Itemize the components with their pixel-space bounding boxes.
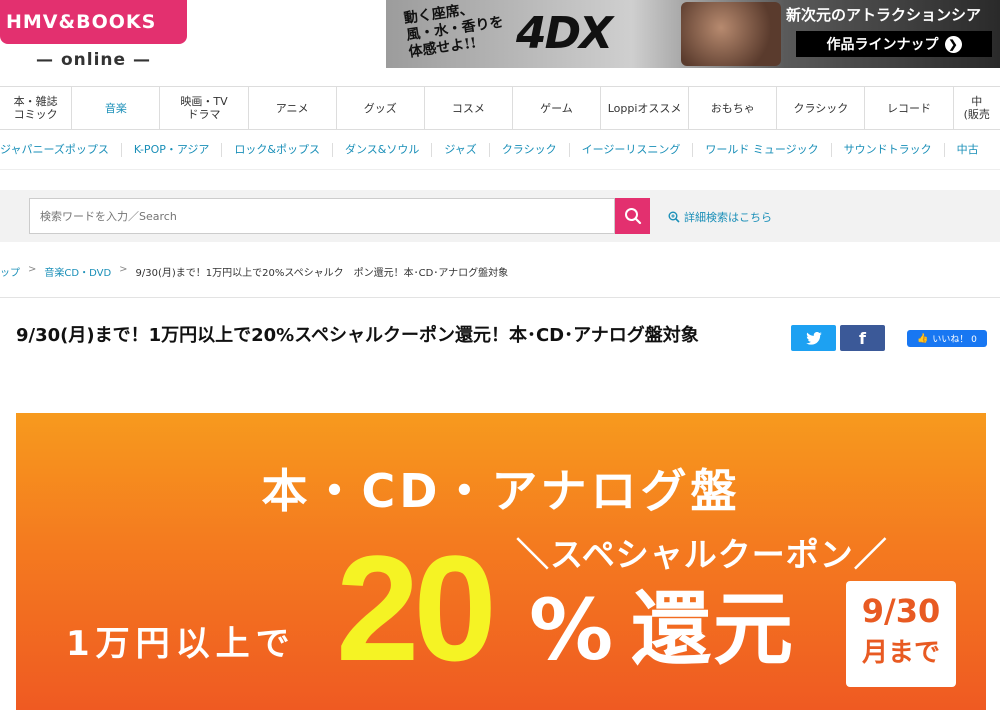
breadcrumb: ップ > 音楽CD・DVD > 9/30(月)まで！1万円以上で20%スペシャル… [0,264,508,279]
nav-item-used[interactable]: 中 (販売 [954,87,1000,129]
campaign-banner[interactable]: 本・CD・アナログ盤 ＼スペシャルクーポン／ 1万円以上で 20 % 還元 9/… [16,413,986,710]
subnav-item-world[interactable]: ワールド ミュージック [693,142,832,157]
like-count: いいね！ 0 [932,335,977,345]
nav-item-movie-tv[interactable]: 映画・TV ドラマ [160,87,249,129]
main-category-nav: 本・雑誌 コミック 音楽 映画・TV ドラマ アニメ グッズ コスメ ゲーム L… [0,86,1000,130]
search-input[interactable] [29,198,615,234]
promo-deadline-date: 9/30 [861,592,941,630]
nav-item-books[interactable]: 本・雑誌 コミック [0,87,73,129]
twitter-share-button[interactable] [791,325,836,351]
subnav-item-soundtrack[interactable]: サウンドトラック [832,142,945,157]
logo-subtitle: — online — [36,50,151,70]
twitter-icon [805,331,822,345]
page-title: 9/30(月)まで！1万円以上で20%スペシャルクーポン還元！本･CD･アナログ… [16,325,699,346]
nav-item-loppi[interactable]: Loppiオススメ [601,87,690,129]
nav-item-anime[interactable]: アニメ [249,87,337,129]
nav-item-goods[interactable]: グッズ [337,87,425,129]
nav-item-game[interactable]: ゲーム [513,87,602,129]
ad-lineup-button[interactable]: 作品ラインナップ ❯ [796,31,992,57]
subnav-item-easy-listening[interactable]: イージーリスニング [570,142,694,157]
promo-discount-number: 20 [336,524,497,692]
breadcrumb-music-cd-dvd[interactable]: 音楽CD・DVD [44,264,111,279]
ad-photo [681,2,781,66]
ad-lineup-label: 作品ラインナップ [826,37,939,53]
subnav-item-classic[interactable]: クラシック [490,142,570,157]
subnav-item-jazz[interactable]: ジャズ [432,142,490,157]
subnav-item-kpop[interactable]: K-POP・アジア [122,142,223,157]
facebook-icon: f [859,328,866,348]
nav-item-toys[interactable]: おもちゃ [689,87,778,129]
hmv-books-logo[interactable]: HMV&BOOKS — online — [0,0,187,72]
promo-deadline-badge: 9/30 月まで [846,581,956,687]
ad-catchcopy: 動く座席、 風・水・香りを 体感せよ!! [402,1,505,61]
ad-logo: 4DX [516,8,613,59]
nav-item-music[interactable]: 音楽 [72,87,161,129]
breadcrumb-top[interactable]: ップ [0,264,20,279]
promo-deadline-suffix: 月まで [861,638,940,668]
nav-item-cosme[interactable]: コスメ [425,87,513,129]
promo-percent-sign: % [529,581,614,679]
search-icon [624,208,641,225]
promo-target-items: 本・CD・アナログ盤 [261,464,741,518]
search-button[interactable] [615,198,650,234]
page: HMV&BOOKS — online — 動く座席、 風・水・香りを 体感せよ!… [0,0,1000,710]
subnav-item-dance-soul[interactable]: ダンス&ソウル [333,142,433,157]
promo-special-coupon: ＼スペシャルクーポン／ [516,535,888,574]
advanced-search-link[interactable]: 詳細検索はこちら [668,209,772,225]
ad-banner-4dx[interactable]: 動く座席、 風・水・香りを 体感せよ!! 4DX 新次元のアトラクションシア 作… [386,0,1000,68]
promo-return-text: 還元 [631,583,795,676]
logo-wordmark: HMV&BOOKS [0,0,187,44]
music-subcategory-nav: ジャパニーズポップス K-POP・アジア ロック&ポップス ダンス&ソウル ジャ… [0,130,1000,170]
subnav-item-jpop[interactable]: ジャパニーズポップス [0,142,122,157]
thumbs-up-icon: 👍 [917,333,929,344]
subnav-item-rock-pops[interactable]: ロック&ポップス [222,142,333,157]
ad-headline: 新次元のアトラクションシア [786,6,982,24]
breadcrumb-separator: > [119,264,128,275]
promo-condition: 1万円以上で [66,624,296,664]
advanced-search-label: 詳細検索はこちら [684,211,772,224]
divider [0,297,1000,298]
breadcrumb-separator: > [28,264,37,275]
chevron-right-icon: ❯ [944,35,962,53]
nav-item-classic[interactable]: クラシック [777,87,866,129]
subnav-item-used[interactable]: 中古 [945,143,991,157]
nav-item-record[interactable]: レコード [865,87,954,129]
facebook-share-button[interactable]: f [840,325,885,351]
magnifier-plus-icon [668,211,680,223]
breadcrumb-current: 9/30(月)まで！1万円以上で20%スペシャルク ポン還元！本･CD･アナログ… [135,268,509,279]
facebook-like-button[interactable]: 👍 いいね！ 0 [907,330,987,347]
